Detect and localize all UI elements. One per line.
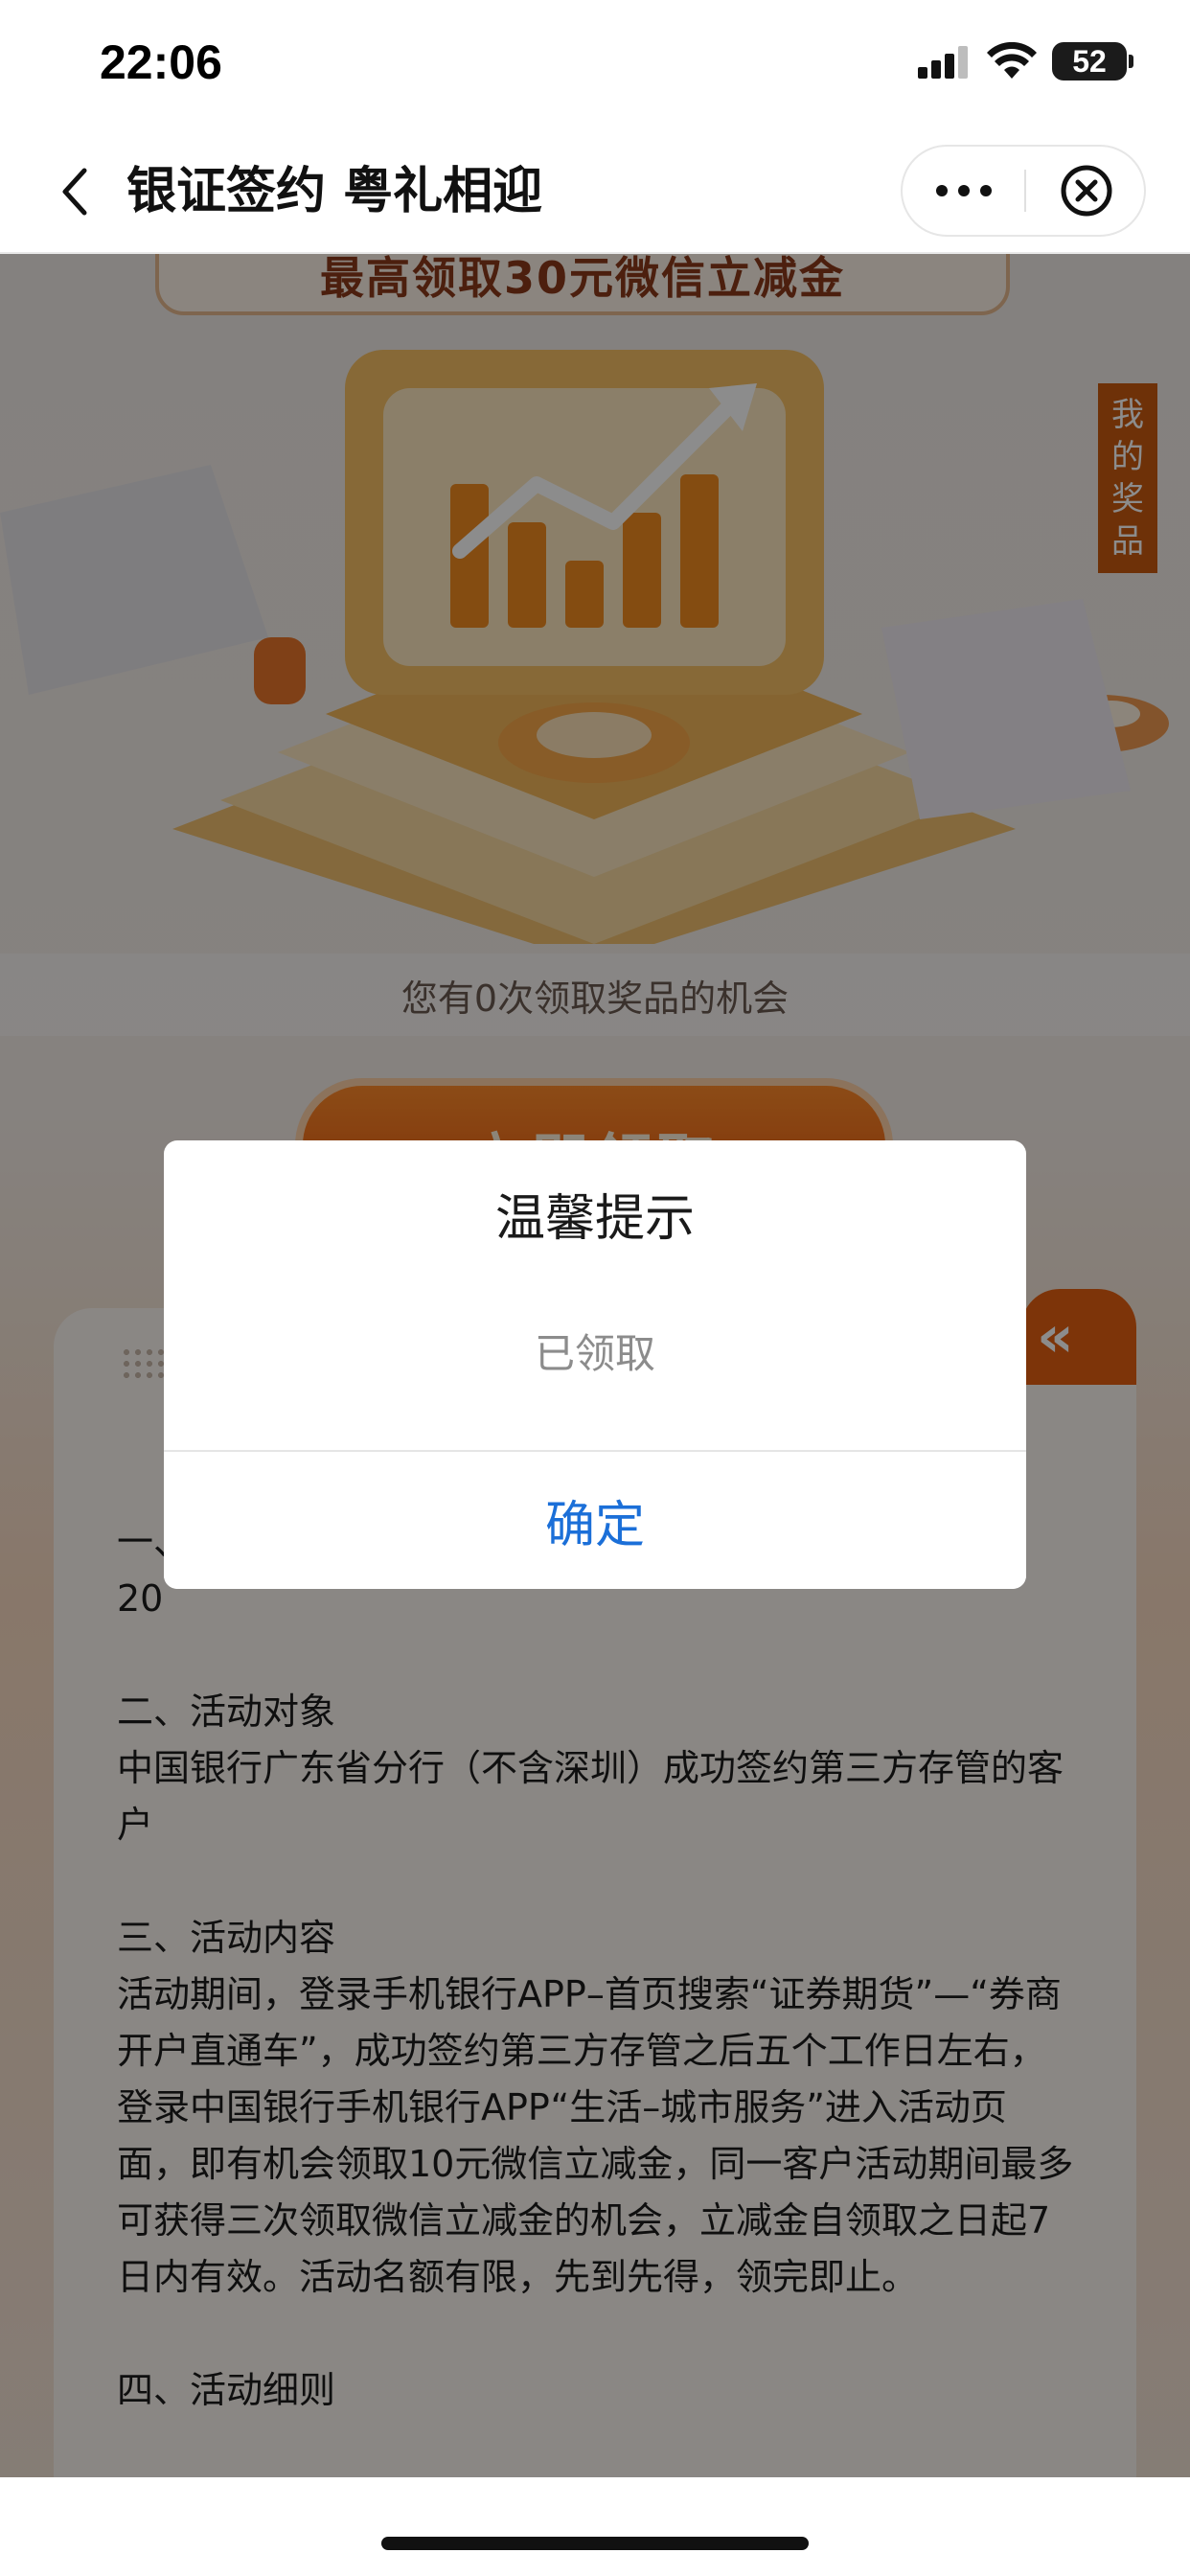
confirm-button[interactable]: 确定: [164, 1452, 1026, 1589]
miniprogram-capsule: [901, 145, 1146, 237]
alert-dialog: 温馨提示 已领取 确定: [164, 1140, 1026, 1589]
close-circle-icon[interactable]: [1026, 147, 1146, 235]
page-title: 银证签约 粤礼相迎: [126, 163, 543, 220]
battery-tip: [1129, 55, 1133, 68]
chevron-left-icon[interactable]: [46, 158, 103, 225]
status-bar: 22:06 52: [0, 0, 1190, 129]
more-dots-icon[interactable]: [903, 147, 1024, 235]
dialog-title: 温馨提示: [494, 1190, 695, 1248]
bottom-bar: [0, 2477, 1190, 2576]
status-time: 22:06: [100, 35, 222, 89]
home-indicator[interactable]: [381, 2537, 809, 2550]
signal-icon: [918, 46, 972, 82]
wifi-icon: [987, 41, 1037, 84]
nav-bar: 银证签约 粤礼相迎: [0, 129, 1190, 254]
dialog-message: 已领取: [534, 1330, 655, 1377]
battery-icon: 52: [1052, 42, 1127, 80]
